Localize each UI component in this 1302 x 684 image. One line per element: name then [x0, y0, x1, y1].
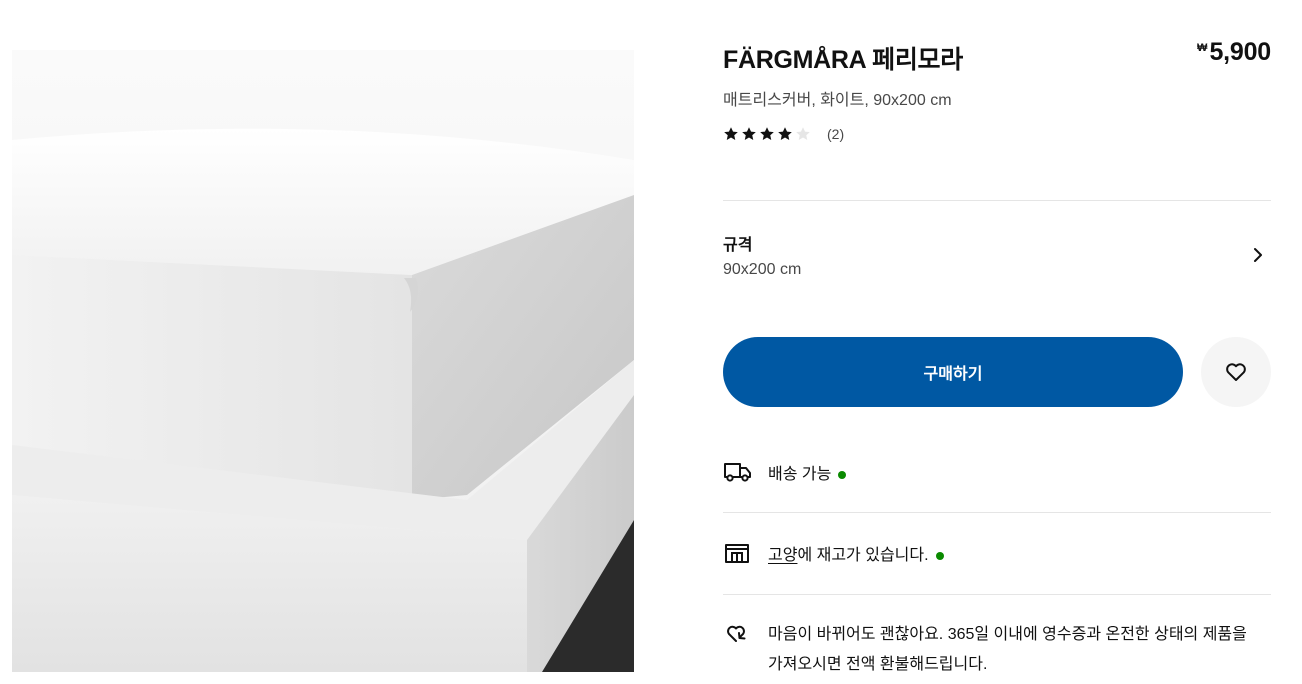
delivery-label: 배송 가능	[768, 466, 832, 483]
price-amount: 5,900	[1209, 38, 1271, 66]
divider	[723, 594, 1271, 595]
wishlist-button[interactable]	[1201, 337, 1271, 407]
product-description: 매트리스커버, 화이트, 90x200 cm	[723, 92, 952, 109]
store-stock-text: 고양에 재고가 있습니다.	[768, 541, 944, 565]
product-rating[interactable]: (2)	[723, 126, 844, 142]
spec-label: 규격	[723, 237, 753, 254]
return-arrow-heart-icon	[723, 620, 753, 646]
product-info-panel: FÄRGMÅRA 페리모라 ₩ 5,900 매트리스커버, 화이트, 90x20…	[723, 0, 1271, 684]
star-empty-icon	[796, 127, 810, 140]
store-icon	[723, 540, 753, 566]
product-title: FÄRGMÅRA 페리모라	[723, 46, 963, 74]
divider	[723, 200, 1271, 201]
star-filled-icon	[742, 127, 756, 140]
star-filled-icon	[760, 127, 774, 140]
return-policy: 마음이 바뀌어도 괜찮아요. 365일 이내에 영수증과 온전한 상태의 제품을…	[723, 620, 1271, 680]
chevron-right-icon	[1254, 248, 1262, 262]
return-policy-text: 마음이 바뀌어도 괜찮아요. 365일 이내에 영수증과 온전한 상태의 제품을…	[768, 626, 1247, 673]
review-count[interactable]: (2)	[827, 126, 844, 142]
star-filled-icon	[724, 127, 738, 140]
store-link[interactable]: 고양	[768, 547, 797, 564]
rating-stars	[723, 126, 811, 142]
heart-icon	[1226, 363, 1246, 381]
spec-selector[interactable]: 규격 90x200 cm	[723, 228, 1271, 284]
star-filled-icon	[778, 127, 792, 140]
product-price: ₩ 5,900	[1197, 38, 1271, 67]
divider	[723, 512, 1271, 513]
delivery-status: 배송 가능	[723, 459, 1271, 485]
store-stock-status: 고양에 재고가 있습니다.	[723, 540, 1271, 566]
store-stock-suffix: 에 재고가 있습니다.	[797, 547, 929, 564]
status-dot	[935, 551, 944, 560]
truck-icon	[723, 459, 753, 485]
spec-value: 90x200 cm	[723, 261, 802, 278]
status-dot	[838, 470, 847, 479]
product-image[interactable]	[12, 50, 634, 672]
delivery-text: 배송 가능	[768, 460, 847, 484]
price-currency: ₩	[1197, 42, 1208, 54]
buy-button[interactable]: 구매하기	[723, 337, 1183, 407]
